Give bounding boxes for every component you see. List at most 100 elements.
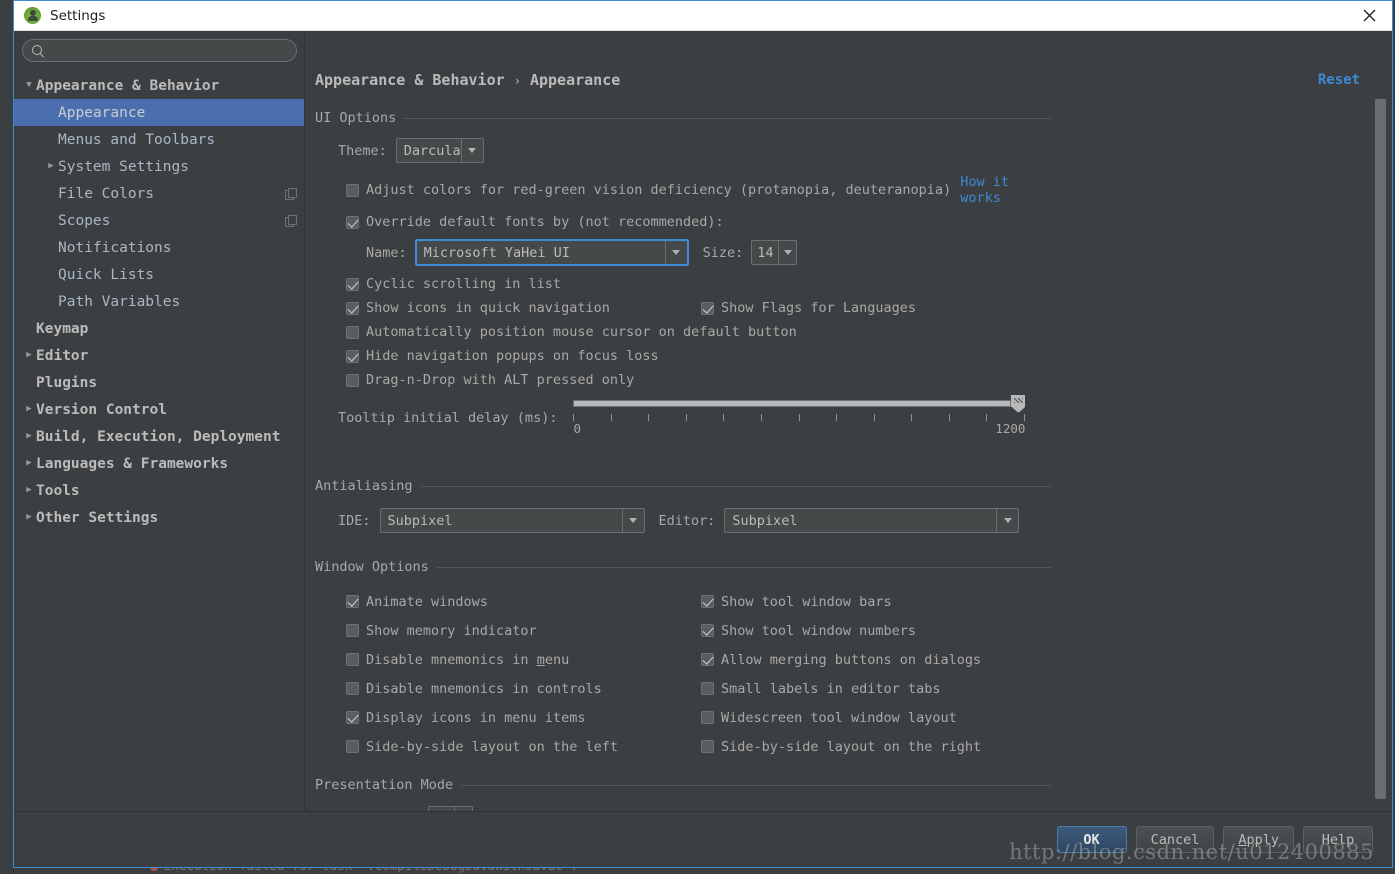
show-tool-window-bars-checkbox[interactable]: Show tool window bars xyxy=(701,587,981,616)
widescreen-tool-window-checkbox[interactable]: Widescreen tool window layout xyxy=(701,703,981,732)
sidebar-item-tools[interactable]: ▶ Tools xyxy=(14,477,304,504)
copy-settings-icon[interactable] xyxy=(285,215,296,226)
slider-thumb[interactable] xyxy=(1010,394,1026,413)
breadcrumb-separator: › xyxy=(514,74,521,88)
show-icons-quicknav-checkbox[interactable]: Show icons in quick navigation xyxy=(346,300,701,316)
checkbox-box[interactable] xyxy=(346,216,359,229)
checkbox-box[interactable] xyxy=(346,326,359,339)
display-icons-menu-items-checkbox[interactable]: Display icons in menu items xyxy=(346,703,701,732)
chevron-right-icon[interactable]: ▶ xyxy=(22,351,36,360)
tooltip-delay-slider[interactable]: 0 1200 xyxy=(573,392,1025,434)
chevron-down-icon[interactable] xyxy=(461,139,483,162)
adjust-colors-checkbox[interactable]: Adjust colors for red-green vision defic… xyxy=(346,182,951,198)
sidebar-item-label: Build, Execution, Deployment xyxy=(36,429,280,445)
checkbox-box[interactable] xyxy=(346,740,359,753)
sidebar-item-system-settings[interactable]: ▶ System Settings xyxy=(14,153,304,180)
checkbox-box[interactable] xyxy=(701,740,714,753)
chevron-right-icon[interactable]: ▶ xyxy=(22,432,36,441)
checkbox-box[interactable] xyxy=(701,653,714,666)
main-panel-scrollbar[interactable] xyxy=(1374,99,1387,811)
disable-mnemonics-menu-checkbox[interactable]: Disable mnemonics in menu xyxy=(346,645,701,674)
override-fonts-checkbox[interactable]: Override default fonts by (not recommend… xyxy=(346,214,724,230)
reset-link[interactable]: Reset xyxy=(1318,72,1360,88)
sidebar-item-appearance-behavior[interactable]: ▼ Appearance & Behavior xyxy=(14,72,304,99)
font-name-select[interactable]: Microsoft YaHei UI xyxy=(415,239,689,266)
checkbox-box[interactable] xyxy=(701,302,714,315)
sidebar-item-label: Other Settings xyxy=(36,510,158,526)
checkbox-box[interactable] xyxy=(346,374,359,387)
animate-windows-checkbox[interactable]: Animate windows xyxy=(346,587,701,616)
checkbox-box[interactable] xyxy=(346,711,359,724)
allow-merging-buttons-checkbox[interactable]: Allow merging buttons on dialogs xyxy=(701,645,981,674)
checkbox-box[interactable] xyxy=(701,595,714,608)
drag-n-drop-alt-checkbox[interactable]: Drag-n-Drop with ALT pressed only xyxy=(346,372,634,388)
sidebar-item-editor[interactable]: ▶ Editor xyxy=(14,342,304,369)
sidebar-item-languages-frameworks[interactable]: ▶ Languages & Frameworks xyxy=(14,450,304,477)
checkbox-box[interactable] xyxy=(701,711,714,724)
show-flags-checkbox[interactable]: Show Flags for Languages xyxy=(701,300,916,316)
sidebar-item-build-execution-deployment[interactable]: ▶ Build, Execution, Deployment xyxy=(14,423,304,450)
checkbox-label: Animate windows xyxy=(366,594,488,610)
sidebar-item-quick-lists[interactable]: Quick Lists xyxy=(14,261,304,288)
sidebar-item-version-control[interactable]: ▶ Version Control xyxy=(14,396,304,423)
checkbox-box[interactable] xyxy=(701,624,714,637)
checkbox-box[interactable] xyxy=(346,278,359,291)
chevron-right-icon[interactable]: ▶ xyxy=(22,459,36,468)
scrollbar-thumb[interactable] xyxy=(1375,99,1386,799)
sidebar-item-other-settings[interactable]: ▶ Other Settings xyxy=(14,504,304,531)
checkbox-box[interactable] xyxy=(701,682,714,695)
font-size-select[interactable]: 14 xyxy=(751,240,797,265)
auto-position-cursor-checkbox[interactable]: Automatically position mouse cursor on d… xyxy=(346,324,797,340)
dialog-footer: OK Cancel Apply Help http://blog.csdn.ne… xyxy=(14,811,1392,867)
checkbox-label: Side-by-side layout on the right xyxy=(721,739,981,755)
close-icon[interactable] xyxy=(1346,1,1392,31)
chevron-right-icon[interactable]: ▶ xyxy=(44,162,58,171)
side-by-side-left-checkbox[interactable]: Side-by-side layout on the left xyxy=(346,732,701,761)
antialiasing-ide-select[interactable]: Subpixel xyxy=(380,508,645,533)
chevron-down-icon[interactable] xyxy=(996,509,1018,532)
sidebar-item-appearance[interactable]: Appearance xyxy=(14,99,304,126)
how-it-works-link[interactable]: How it works xyxy=(960,174,1051,206)
checkbox-box[interactable] xyxy=(346,350,359,363)
checkbox-box[interactable] xyxy=(346,595,359,608)
chevron-right-icon[interactable]: ▶ xyxy=(22,486,36,495)
show-tool-window-numbers-checkbox[interactable]: Show tool window numbers xyxy=(701,616,981,645)
window-options-right-column: Show tool window bars Show tool window n… xyxy=(701,587,981,761)
chevron-down-icon[interactable] xyxy=(665,241,687,264)
show-memory-indicator-checkbox[interactable]: Show memory indicator xyxy=(346,616,701,645)
hide-nav-popups-checkbox[interactable]: Hide navigation popups on focus loss xyxy=(346,348,659,364)
checkbox-box[interactable] xyxy=(346,302,359,315)
chevron-down-icon[interactable] xyxy=(622,509,644,532)
sidebar-item-plugins[interactable]: Plugins xyxy=(14,369,304,396)
antialiasing-editor-select[interactable]: Subpixel xyxy=(724,508,1019,533)
search-box[interactable] xyxy=(22,39,297,62)
search-input[interactable] xyxy=(50,43,288,59)
sidebar-item-scopes[interactable]: Scopes xyxy=(14,207,304,234)
disable-mnemonics-controls-checkbox[interactable]: Disable mnemonics in controls xyxy=(346,674,701,703)
breadcrumb-parent[interactable]: Appearance & Behavior xyxy=(315,71,505,89)
sidebar-item-path-variables[interactable]: Path Variables xyxy=(14,288,304,315)
sidebar-item-label: Languages & Frameworks xyxy=(36,456,228,472)
sidebar-item-keymap[interactable]: Keymap xyxy=(14,315,304,342)
sidebar-item-notifications[interactable]: Notifications xyxy=(14,234,304,261)
watermark-text: http://blog.csdn.net/u012400885 xyxy=(1009,840,1374,864)
small-labels-editor-tabs-checkbox[interactable]: Small labels in editor tabs xyxy=(701,674,981,703)
checkbox-box[interactable] xyxy=(346,624,359,637)
sidebar-item-menus-and-toolbars[interactable]: Menus and Toolbars xyxy=(14,126,304,153)
checkbox-box[interactable] xyxy=(346,184,359,197)
copy-settings-icon[interactable] xyxy=(285,188,296,199)
checkbox-box[interactable] xyxy=(346,682,359,695)
chevron-down-icon[interactable] xyxy=(778,241,796,264)
sidebar-item-label: System Settings xyxy=(58,159,189,175)
checkbox-box[interactable] xyxy=(346,653,359,666)
checkbox-label: Show tool window bars xyxy=(721,594,892,610)
side-by-side-right-checkbox[interactable]: Side-by-side layout on the right xyxy=(701,732,981,761)
slider-track[interactable] xyxy=(573,400,1025,407)
chevron-down-icon[interactable]: ▼ xyxy=(22,81,36,90)
chevron-right-icon[interactable]: ▶ xyxy=(22,405,36,414)
chevron-right-icon[interactable]: ▶ xyxy=(22,513,36,522)
sidebar-item-file-colors[interactable]: File Colors xyxy=(14,180,304,207)
theme-select[interactable]: Darcula xyxy=(396,138,484,163)
cyclic-scrolling-checkbox[interactable]: Cyclic scrolling in list xyxy=(346,276,561,292)
font-size-label: Size: xyxy=(703,245,744,261)
